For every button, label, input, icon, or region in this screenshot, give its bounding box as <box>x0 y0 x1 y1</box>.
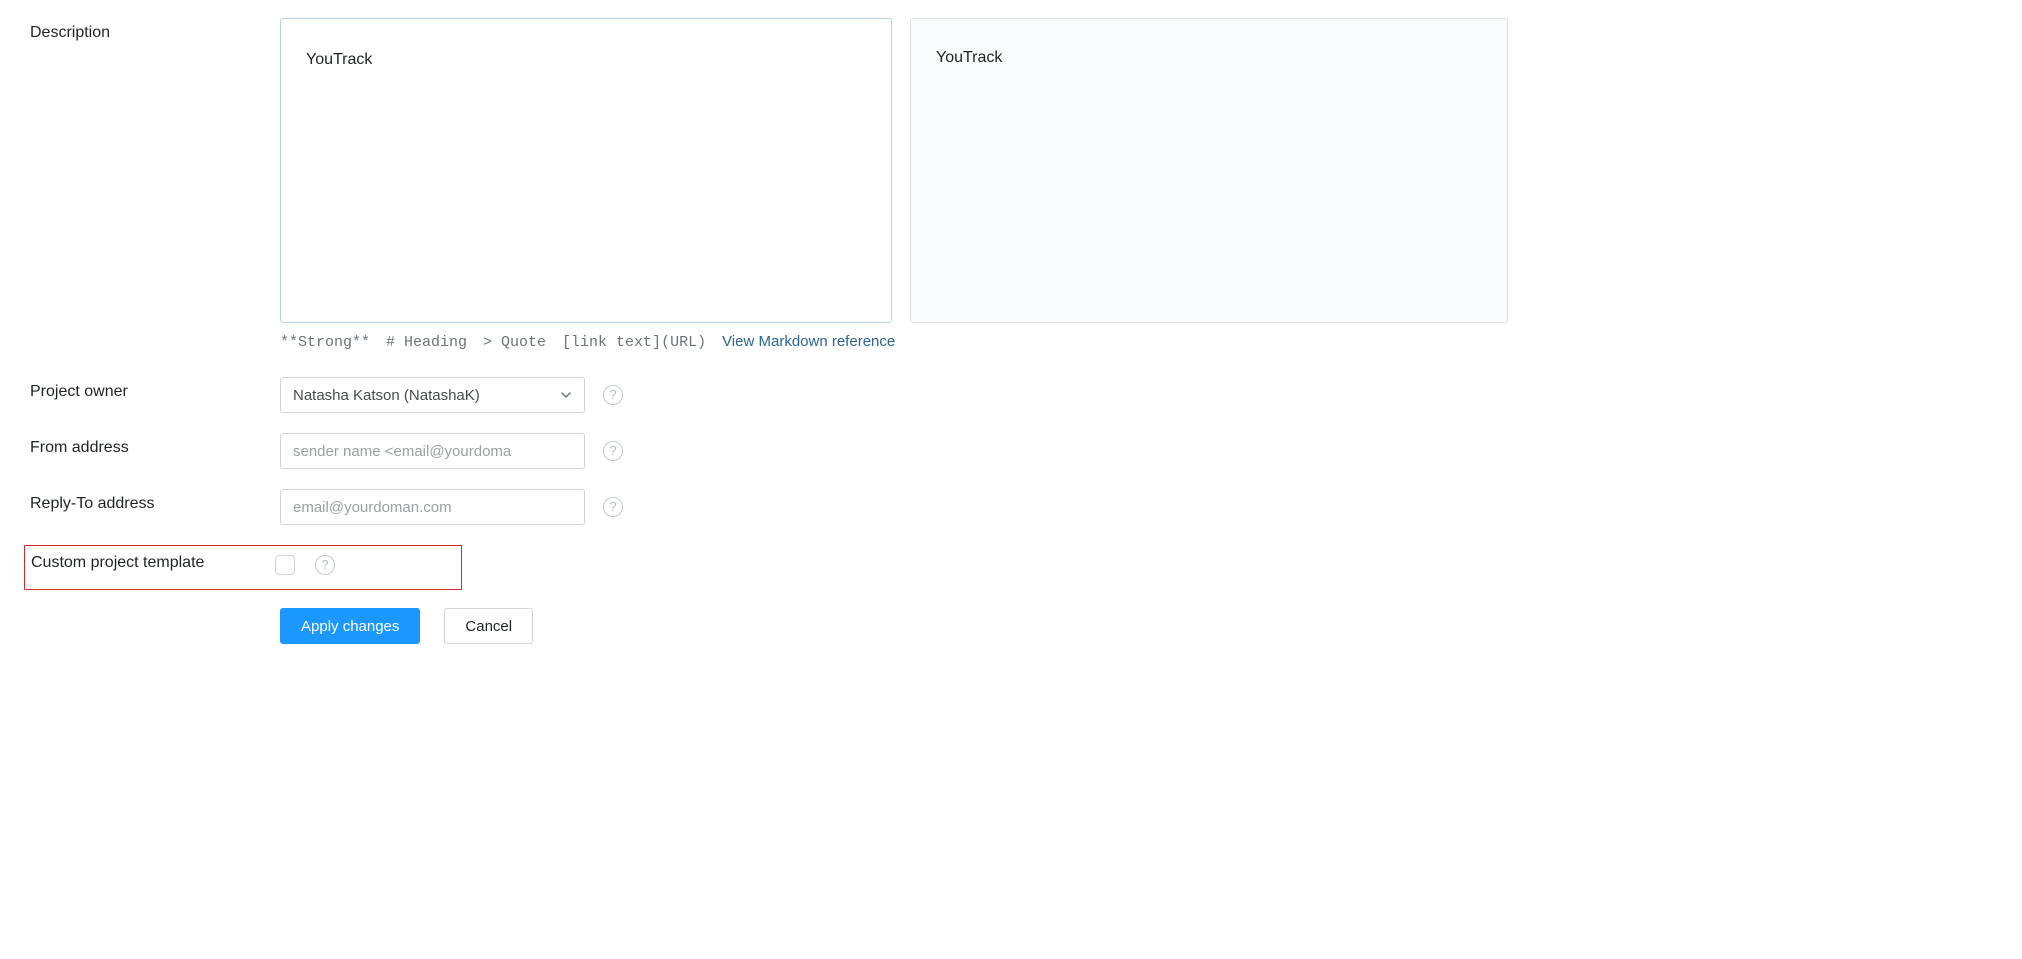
cancel-button[interactable]: Cancel <box>444 608 533 644</box>
project-owner-selected: Natasha Katson (NatashaK) <box>293 387 480 404</box>
help-icon[interactable]: ? <box>603 385 623 405</box>
form-actions: Apply changes Cancel <box>280 608 1530 644</box>
description-controls: YouTrack <box>280 18 1530 323</box>
md-hint-strong: **Strong** <box>280 334 370 351</box>
reply-to-input[interactable] <box>280 489 585 525</box>
row-from-address: From address ? <box>30 433 1530 469</box>
md-hint-heading: # Heading <box>386 334 467 351</box>
markdown-reference-link[interactable]: View Markdown reference <box>722 333 895 350</box>
help-icon[interactable]: ? <box>315 555 335 575</box>
project-owner-controls: Natasha Katson (NatashaK) ? <box>280 377 1530 413</box>
project-owner-select[interactable]: Natasha Katson (NatashaK) <box>280 377 585 413</box>
label-description: Description <box>30 18 280 42</box>
row-project-owner: Project owner Natasha Katson (NatashaK) … <box>30 377 1530 413</box>
row-custom-template: Custom project template ? <box>24 545 462 590</box>
from-address-controls: ? <box>280 433 1530 469</box>
md-hint-quote: > Quote <box>483 334 546 351</box>
label-custom-template: Custom project template <box>31 550 275 572</box>
label-project-owner: Project owner <box>30 377 280 401</box>
apply-changes-button[interactable]: Apply changes <box>280 608 420 644</box>
custom-template-controls: ? <box>275 550 455 575</box>
description-preview: YouTrack <box>910 18 1508 323</box>
md-hint-link: [link text](URL) <box>562 334 706 351</box>
help-icon[interactable]: ? <box>603 441 623 461</box>
reply-to-controls: ? <box>280 489 1530 525</box>
row-description: Description YouTrack <box>30 18 1530 323</box>
label-reply-to: Reply-To address <box>30 489 280 513</box>
markdown-hints: **Strong** # Heading > Quote [link text]… <box>280 333 1530 351</box>
description-editor[interactable] <box>280 18 892 323</box>
label-from-address: From address <box>30 433 280 457</box>
from-address-input[interactable] <box>280 433 585 469</box>
help-icon[interactable]: ? <box>603 497 623 517</box>
project-settings-form: Description YouTrack **Strong** # Headin… <box>0 0 1560 684</box>
custom-template-checkbox[interactable] <box>275 555 295 575</box>
chevron-down-icon <box>560 389 572 401</box>
row-reply-to: Reply-To address ? <box>30 489 1530 525</box>
